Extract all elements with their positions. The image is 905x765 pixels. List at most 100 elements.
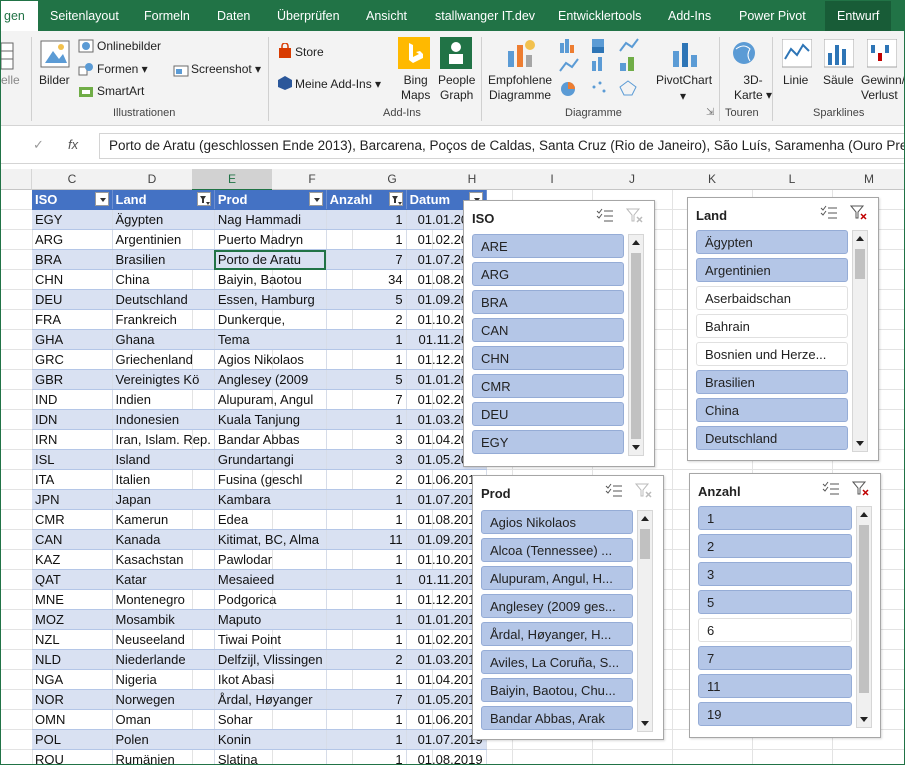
column-header-g[interactable]: G [352, 169, 433, 190]
slicer-item[interactable]: Anglesey (2009 ges... [481, 594, 633, 618]
cell-prod[interactable]: Tiwai Point [214, 629, 327, 650]
formula-input[interactable]: Porto de Aratu (geschlossen Ende 2013), … [99, 133, 904, 159]
column-header-e[interactable]: E [192, 169, 273, 191]
cell-anzahl[interactable]: 1 [326, 709, 407, 730]
tab-entwicklertools[interactable]: Entwicklertools [558, 1, 641, 31]
multi-select-icon[interactable] [596, 208, 614, 224]
meine-addins-button[interactable]: Meine Add-Ins ▾ [295, 77, 381, 91]
slicer-item[interactable]: CHN [472, 346, 624, 370]
cell-land[interactable]: Deutschland [112, 289, 215, 310]
cell-land[interactable]: Argentinien [112, 229, 215, 250]
cell-prod[interactable]: Baiyin, Baotou [214, 269, 327, 290]
cell-iso[interactable]: NLD [32, 649, 113, 670]
slicer-item[interactable]: 7 [698, 646, 852, 670]
cell-anzahl[interactable]: 1 [326, 589, 407, 610]
slicer-item[interactable]: Årdal, Høyanger, H... [481, 622, 633, 646]
cell-iso[interactable]: NZL [32, 629, 113, 650]
cell-anzahl[interactable]: 1 [326, 349, 407, 370]
smartart-button[interactable]: SmartArt [97, 84, 144, 98]
cell-iso[interactable]: OMN [32, 709, 113, 730]
cell-prod[interactable]: Delfzijl, Vlissingen [214, 649, 327, 670]
cell-anzahl[interactable]: 1 [326, 669, 407, 690]
cell-prod[interactable]: Kambara [214, 489, 327, 510]
slicer-iso[interactable]: ISO ARE ARG BRA CAN CHN CMR DEU EGY [463, 200, 655, 467]
cell-iso[interactable]: GBR [32, 369, 113, 390]
cell-anzahl[interactable]: 3 [326, 429, 407, 450]
multi-select-icon[interactable] [820, 205, 838, 221]
cell-iso[interactable]: NOR [32, 689, 113, 710]
slicer-item[interactable]: 5 [698, 590, 852, 614]
formen-button[interactable]: Formen ▾ [97, 62, 148, 76]
cell-land[interactable]: Brasilien [112, 249, 215, 270]
cell-iso[interactable]: POL [32, 729, 113, 750]
cell-iso[interactable]: DEU [32, 289, 113, 310]
cell-prod[interactable]: Maputo [214, 609, 327, 630]
cell-iso[interactable]: GRC [32, 349, 113, 370]
filter-dropdown-icon[interactable] [308, 192, 323, 206]
cell-iso[interactable]: IDN [32, 409, 113, 430]
cell-prod[interactable]: Grundartangi [214, 449, 327, 470]
pictures-icon[interactable] [39, 37, 71, 73]
scrollbar[interactable] [628, 234, 644, 456]
cell-land[interactable]: Japan [112, 489, 215, 510]
header-iso[interactable]: ISO [32, 190, 113, 210]
bing-maps-button[interactable]: Bing Maps [401, 73, 430, 103]
cell-anzahl[interactable]: 1 [326, 209, 407, 230]
scroll-thumb[interactable] [859, 525, 869, 693]
scroll-down-icon[interactable] [853, 435, 867, 451]
slicer-item[interactable]: EGY [472, 430, 624, 454]
cell-land[interactable]: Kanada [112, 529, 215, 550]
slicer-item[interactable]: 3 [698, 562, 852, 586]
cell-anzahl[interactable]: 1 [326, 489, 407, 510]
scroll-up-icon[interactable] [853, 231, 867, 247]
slicer-item[interactable]: Aviles, La Coruña, S... [481, 650, 633, 674]
cell-prod[interactable]: Kitimat, BC, Alma [214, 529, 327, 550]
cell-iso[interactable]: QAT [32, 569, 113, 590]
scroll-down-icon[interactable] [857, 711, 871, 727]
cell-prod[interactable]: Dunkerque, [214, 309, 327, 330]
cell-iso[interactable]: IND [32, 389, 113, 410]
tab-ansicht[interactable]: Ansicht [366, 1, 407, 31]
dialog-launcher-icon[interactable]: ⇲ [706, 107, 714, 118]
cell-prod[interactable]: Fusina (geschl [214, 469, 327, 490]
cell-prod[interactable]: Kuala Tanjung [214, 409, 327, 430]
scroll-thumb[interactable] [631, 253, 641, 451]
cell-iso[interactable]: ISL [32, 449, 113, 470]
cell-anzahl[interactable]: 7 [326, 389, 407, 410]
cell-land[interactable]: Iran, Islam. Rep. [112, 429, 215, 450]
cell-prod[interactable]: Sohar [214, 709, 327, 730]
slicer-item[interactable]: Ägypten [696, 230, 848, 254]
filter-dropdown-icon[interactable] [94, 192, 109, 206]
slicer-item[interactable]: CMR [472, 374, 624, 398]
slicer-item[interactable]: 6 [698, 618, 852, 642]
people-graph-button[interactable]: People Graph [438, 73, 475, 103]
cell-prod[interactable]: Slatina [214, 749, 327, 764]
tab-stallwanger[interactable]: stallwanger IT.dev [435, 1, 535, 31]
fx-button[interactable]: fx [68, 137, 78, 152]
cell-land[interactable]: Oman [112, 709, 215, 730]
cell-land[interactable]: Mosambik [112, 609, 215, 630]
multi-select-icon[interactable] [822, 481, 840, 497]
slicer-item[interactable]: China [696, 398, 848, 422]
tab-einfuegen[interactable]: gen [1, 1, 38, 31]
column-header-c[interactable]: C [32, 169, 113, 190]
cell-prod[interactable]: Alupuram, Angul [214, 389, 327, 410]
cell-anzahl[interactable]: 5 [326, 369, 407, 390]
slicer-item[interactable]: Brasilien [696, 370, 848, 394]
cell-anzahl[interactable]: 1 [326, 409, 407, 430]
cell-land[interactable]: Montenegro [112, 589, 215, 610]
cell-iso[interactable]: MOZ [32, 609, 113, 630]
slicer-item[interactable]: Agios Nikolaos [481, 510, 633, 534]
chevron-down-icon[interactable]: ▾ [680, 89, 686, 103]
slicer-land[interactable]: Land Ägypten Argentinien Aserbaidschan Bahr… [687, 197, 879, 461]
cell-iso[interactable]: ITA [32, 469, 113, 490]
cell-land[interactable]: Frankreich [112, 309, 215, 330]
cell-land[interactable]: Ghana [112, 329, 215, 350]
cell-land[interactable]: Rumänien [112, 749, 215, 764]
scroll-down-icon[interactable] [638, 715, 652, 731]
cell-iso[interactable]: CAN [32, 529, 113, 550]
clear-filter-icon[interactable] [850, 205, 868, 221]
column-header-i[interactable]: I [512, 169, 593, 190]
cell-prod[interactable]: Konin [214, 729, 327, 750]
multi-select-icon[interactable] [605, 483, 623, 499]
